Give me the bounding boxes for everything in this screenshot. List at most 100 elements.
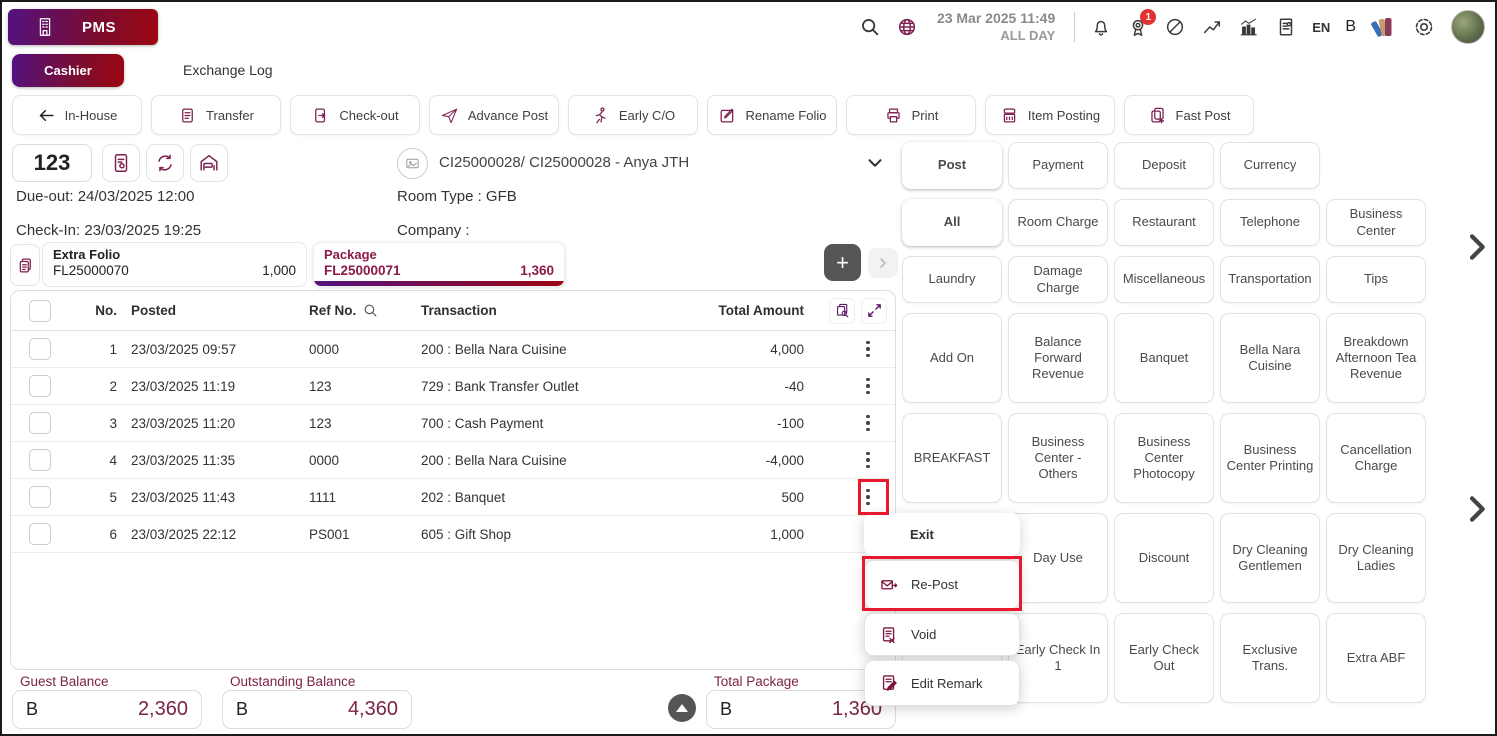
filter-damage-charge-button[interactable]: Damage Charge <box>1008 256 1108 303</box>
context-menu-edit-remark[interactable]: Edit Remark <box>864 660 1020 706</box>
expand-icon[interactable] <box>861 298 887 324</box>
panel-scroll-right-top-icon[interactable] <box>1460 230 1494 264</box>
charge-extra-abf-button[interactable]: Extra ABF <box>1326 613 1426 703</box>
charge-early-check-in-button[interactable]: Early Check In 1 <box>1008 613 1108 703</box>
currency-b-button[interactable]: B <box>1345 18 1356 36</box>
charge-bella-nara-button[interactable]: Bella Nara Cuisine <box>1220 313 1320 403</box>
row-actions-kebab-active[interactable] <box>859 484 877 510</box>
row-checkbox[interactable] <box>29 486 51 508</box>
charge-bc-photocopy-button[interactable]: Business Center Photocopy <box>1114 413 1214 503</box>
report-icon[interactable] <box>1275 16 1297 38</box>
charge-bc-others-button[interactable]: Business Center - Others <box>1008 413 1108 503</box>
early-co-button[interactable]: Early C/O <box>568 95 698 135</box>
panel-scroll-right-bottom-icon[interactable] <box>1460 492 1494 526</box>
add-folio-button[interactable]: + <box>824 244 861 281</box>
row-actions-kebab[interactable] <box>859 373 877 399</box>
context-menu-void[interactable]: Void <box>864 613 1020 656</box>
context-menu-repost[interactable]: Re-Post <box>864 560 1020 609</box>
charge-banquet-button[interactable]: Banquet <box>1114 313 1214 403</box>
check-out-label: Check-out <box>339 108 398 123</box>
refresh-button[interactable] <box>146 144 184 182</box>
charge-day-use-button[interactable]: Day Use <box>1008 513 1108 603</box>
charge-add-on-button[interactable]: Add On <box>902 313 1002 403</box>
filter-restaurant-button[interactable]: Restaurant <box>1114 199 1214 246</box>
transfer-button[interactable]: Transfer <box>151 95 281 135</box>
row-actions-kebab[interactable] <box>859 336 877 362</box>
folio-tab-extra-amount: 1,000 <box>262 263 296 278</box>
row-checkbox[interactable] <box>29 523 51 545</box>
row-ref: 123 <box>309 416 421 431</box>
bar-chart-icon[interactable] <box>1238 16 1260 38</box>
search-icon[interactable] <box>859 16 881 38</box>
filter-room-charge-button[interactable]: Room Charge <box>1008 199 1108 246</box>
theme-palette-icon[interactable] <box>1371 15 1397 39</box>
row-checkbox[interactable] <box>29 338 51 360</box>
currency-mode-button[interactable]: Currency <box>1220 142 1320 189</box>
language-selector[interactable]: EN <box>1312 20 1330 35</box>
post-mode-button[interactable]: Post <box>902 142 1002 189</box>
folio-tab-package[interactable]: Package FL25000071 1,360 <box>313 242 565 287</box>
charge-bc-printing-button[interactable]: Business Center Printing <box>1220 413 1320 503</box>
folio-tab-extra[interactable]: Extra Folio FL25000070 1,000 <box>42 242 307 287</box>
print-button[interactable]: Print <box>846 95 976 135</box>
room-number-text: 123 <box>34 150 71 176</box>
charge-breakfast-button[interactable]: BREAKFAST <box>902 413 1002 503</box>
charge-balance-forward-button[interactable]: Balance Forward Revenue <box>1008 313 1108 403</box>
block-icon[interactable] <box>1164 16 1186 38</box>
fast-post-button[interactable]: Fast Post <box>1124 95 1254 135</box>
charge-early-check-out-button[interactable]: Early Check Out <box>1114 613 1214 703</box>
filter-all-button[interactable]: All <box>902 199 1002 246</box>
select-all-checkbox[interactable] <box>29 300 51 322</box>
copy-search-icon[interactable] <box>829 298 855 324</box>
globe-icon[interactable] <box>896 16 918 38</box>
rename-folio-button[interactable]: Rename Folio <box>707 95 837 135</box>
print-label: Print <box>912 108 939 123</box>
registration-card-button[interactable] <box>102 144 140 182</box>
guest-photo-placeholder[interactable] <box>397 148 428 179</box>
charge-dry-cleaning-ladies-button[interactable]: Dry Cleaning Ladies <box>1326 513 1426 603</box>
chevron-down-icon[interactable] <box>864 152 886 174</box>
row-checkbox[interactable] <box>29 375 51 397</box>
charge-exclusive-trans-button[interactable]: Exclusive Trans. <box>1220 613 1320 703</box>
row-actions-kebab[interactable] <box>859 447 877 473</box>
app-logo[interactable]: PMS <box>8 9 158 45</box>
charge-cancellation-button[interactable]: Cancellation Charge <box>1326 413 1426 503</box>
room-number[interactable]: 123 <box>12 144 92 182</box>
item-posting-button[interactable]: Item Posting <box>985 95 1115 135</box>
row-actions-kebab[interactable] <box>859 410 877 436</box>
line-chart-icon[interactable] <box>1201 16 1223 38</box>
folio-list-button[interactable] <box>10 244 40 286</box>
filter-transportation-button[interactable]: Transportation <box>1220 256 1320 303</box>
ref-search-icon[interactable] <box>362 302 379 319</box>
guest-balance-value: 2,360 <box>138 698 188 721</box>
context-menu-exit[interactable]: Exit <box>864 513 1020 556</box>
filter-laundry-button[interactable]: Laundry <box>902 256 1002 303</box>
collapse-panel-button[interactable] <box>668 694 696 722</box>
row-checkbox[interactable] <box>29 412 51 434</box>
tab-cashier[interactable]: Cashier <box>12 54 124 87</box>
in-house-button[interactable]: In-House <box>12 95 142 135</box>
bell-icon[interactable] <box>1090 16 1112 38</box>
charge-dry-cleaning-gentlemen-button[interactable]: Dry Cleaning Gentlemen <box>1220 513 1320 603</box>
settings-gear-icon[interactable] <box>1412 15 1436 39</box>
filter-tips-button[interactable]: Tips <box>1326 256 1426 303</box>
charge-breakdown-tea-button[interactable]: Breakdown Afternoon Tea Revenue <box>1326 313 1426 403</box>
folio-scroll-right-button[interactable] <box>868 248 898 278</box>
filter-miscellaneous-button[interactable]: Miscellaneous <box>1114 256 1214 303</box>
deposit-mode-button[interactable]: Deposit <box>1114 142 1214 189</box>
row-transaction: 700 : Cash Payment <box>421 416 676 431</box>
datetime-display[interactable]: 23 Mar 2025 11:49 ALL DAY <box>937 10 1055 44</box>
tab-exchange-log[interactable]: Exchange Log <box>183 62 273 78</box>
row-context-menu: Exit Re-Post Void Edit Remark <box>864 513 1020 706</box>
charge-discount-button[interactable]: Discount <box>1114 513 1214 603</box>
user-avatar[interactable] <box>1451 10 1485 44</box>
filter-telephone-button[interactable]: Telephone <box>1220 199 1320 246</box>
row-checkbox[interactable] <box>29 449 51 471</box>
filter-business-center-button[interactable]: Business Center <box>1326 199 1426 246</box>
advance-post-button[interactable]: Advance Post <box>429 95 559 135</box>
room-button[interactable] <box>190 144 228 182</box>
approval-icon[interactable]: 1 <box>1127 16 1149 38</box>
all-day-text: ALL DAY <box>937 28 1055 44</box>
check-out-button[interactable]: Check-out <box>290 95 420 135</box>
payment-mode-button[interactable]: Payment <box>1008 142 1108 189</box>
